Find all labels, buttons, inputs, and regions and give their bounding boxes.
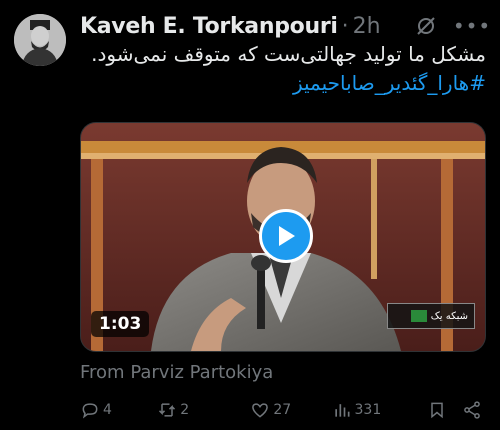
tweet-time[interactable]: 2h (353, 14, 381, 39)
channel-logo-text: شبکه یک (430, 310, 468, 322)
bookmark-button[interactable] (427, 400, 463, 420)
bookmark-icon (430, 402, 443, 419)
play-icon (279, 226, 295, 246)
video-attribution[interactable]: From Parviz Partokiya (80, 362, 273, 383)
heart-icon (252, 403, 269, 418)
tweet-body: مشکل ما تولید جهالتی‌ست که متوقف نمی‌شود… (91, 42, 486, 66)
views-icon (334, 404, 350, 417)
views-button[interactable]: 331 (332, 400, 427, 420)
hashtag-link[interactable]: #هارا_گئدیر_صاباحیمیز (293, 71, 486, 95)
video-player[interactable]: 1:03 شبکه یک (80, 122, 486, 352)
like-count: 27 (273, 402, 292, 418)
repost-button[interactable]: 2 (157, 400, 250, 420)
grok-icon[interactable] (414, 14, 438, 38)
tweet-actions: 4 2 27 331 (80, 398, 486, 422)
tweet-header: Kaveh E. Torkanpouri · 2h ••• (80, 12, 490, 40)
share-button[interactable] (462, 400, 486, 420)
more-options-icon[interactable]: ••• (453, 14, 490, 38)
reply-count: 4 (103, 402, 112, 418)
share-icon (464, 401, 481, 419)
avatar-image (14, 14, 66, 66)
repost-icon (159, 403, 176, 417)
author-name[interactable]: Kaveh E. Torkanpouri (80, 14, 338, 39)
reply-button[interactable]: 4 (80, 400, 157, 420)
channel-logo-icon (410, 310, 427, 322)
author-avatar[interactable] (14, 14, 66, 66)
like-button[interactable]: 27 (250, 400, 331, 420)
play-button[interactable] (259, 209, 313, 263)
channel-logo: شبکه یک (387, 303, 475, 329)
repost-count: 2 (180, 402, 190, 418)
tweet-text: مشکل ما تولید جهالتی‌ست که متوقف نمی‌شود… (86, 40, 486, 98)
reply-icon (82, 403, 98, 419)
video-duration: 1:03 (91, 311, 150, 337)
views-count: 331 (354, 402, 382, 418)
separator-dot: · (341, 13, 349, 39)
